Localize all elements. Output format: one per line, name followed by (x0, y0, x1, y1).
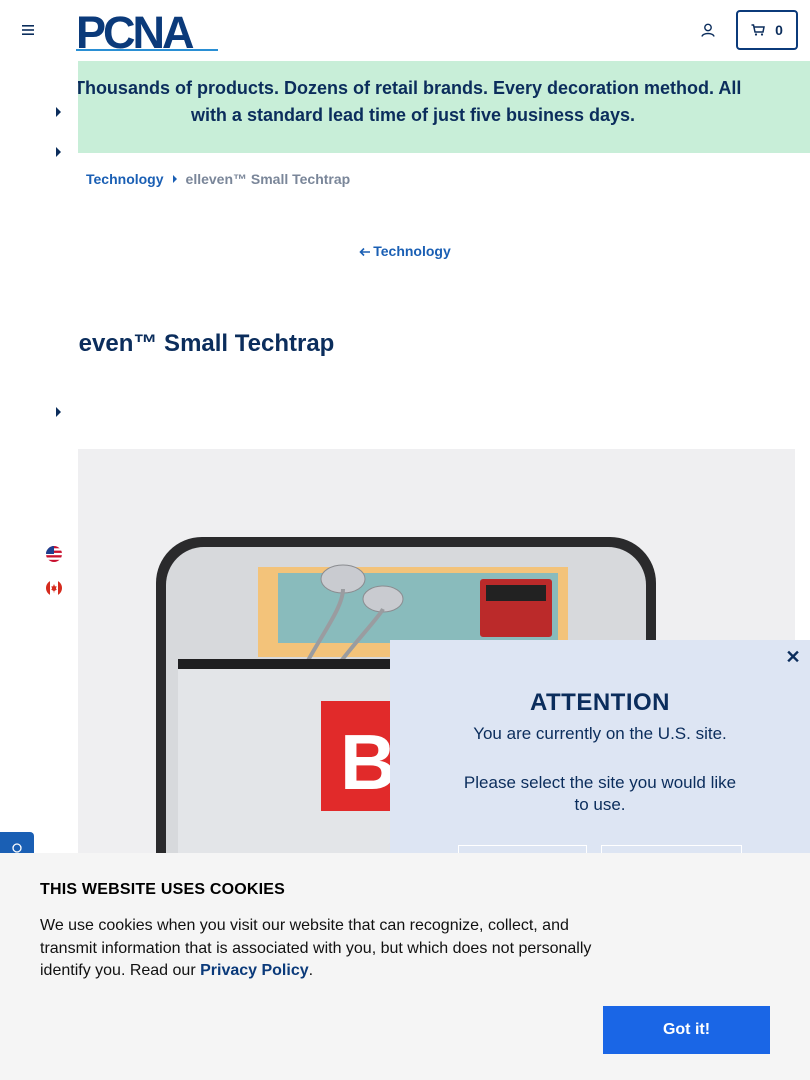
cookie-title: THIS WEBSITE USES COOKIES (40, 881, 286, 898)
cart-icon (751, 24, 766, 36)
cart-button[interactable]: 0 (736, 10, 798, 50)
cookie-consent-banner: THIS WEBSITE USES COOKIES We use cookies… (0, 853, 810, 1080)
arrow-left-icon (359, 247, 371, 257)
cookie-text: We use cookies when you visit our websit… (40, 915, 600, 983)
accept-cookies-button[interactable]: Got it! (603, 1006, 770, 1054)
cart-count: 0 (775, 22, 783, 38)
attention-title: ATTENTION (529, 689, 671, 716)
caret-right-icon[interactable] (54, 407, 62, 417)
caret-right-icon (172, 175, 177, 183)
pcna-logo[interactable]: PCNA (76, 7, 226, 58)
user-icon (701, 23, 715, 37)
breadcrumb-current: elleven™ Small Techtrap (185, 171, 351, 187)
hamburger-menu-button[interactable] (18, 19, 38, 41)
attention-message: You are currently on the U.S. site. (473, 724, 727, 743)
account-button[interactable] (696, 18, 720, 42)
breadcrumb-technology-link[interactable]: Technology (86, 171, 164, 187)
product-title: elleven™ Small Techtrap (52, 330, 335, 357)
menu-icon (22, 25, 34, 35)
logo-wordmark: PCNA (76, 8, 194, 52)
site-header: PCNA 0 (0, 0, 810, 61)
caret-right-icon[interactable] (54, 107, 62, 117)
back-link-label: Technology (373, 243, 451, 259)
breadcrumb: Technology elleven™ Small Techtrap (86, 171, 350, 187)
banner-line-2: with a standard lead time of just five b… (190, 105, 636, 125)
site-selection-dialog: ✕ ATTENTION You are currently on the U.S… (390, 640, 810, 875)
cookie-period: . (308, 962, 314, 979)
close-icon[interactable]: ✕ (784, 648, 802, 666)
privacy-policy-link[interactable]: Privacy Policy (200, 962, 309, 979)
attention-prompt: Please select the site you would like to… (463, 773, 737, 814)
side-navigation-drawer (0, 61, 78, 853)
promo-banner: Wait? Thousands of products. Dozens of r… (0, 61, 810, 153)
canada-flag-icon[interactable] (46, 580, 62, 596)
us-flag-icon[interactable] (46, 546, 62, 562)
caret-right-icon[interactable] (54, 147, 62, 157)
cookie-body: We use cookies when you visit our websit… (40, 917, 592, 979)
svg-text:B: B (340, 718, 396, 806)
back-to-category-link[interactable]: Technology (0, 243, 810, 259)
banner-line-1: Wait? Thousands of products. Dozens of r… (20, 78, 742, 98)
